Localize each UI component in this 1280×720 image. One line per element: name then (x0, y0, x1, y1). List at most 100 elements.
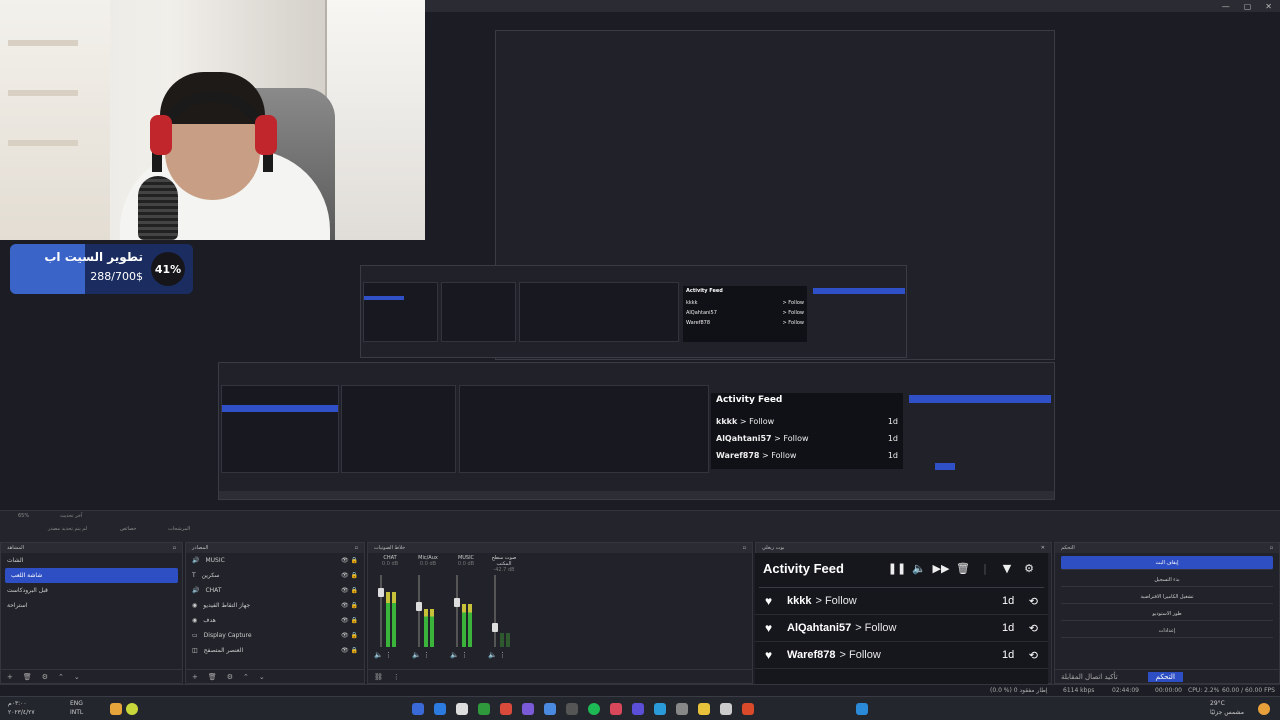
dock-undock-icon[interactable]: ▫ (173, 545, 176, 551)
browser-icon[interactable] (544, 703, 556, 715)
skip-icon[interactable]: ▶▶ (930, 562, 952, 575)
edge-icon[interactable] (654, 703, 666, 715)
source-item[interactable]: 🔊 CHAT 👁 🔒 (186, 583, 364, 598)
tray-icon[interactable] (110, 703, 122, 715)
visibility-eye-icon[interactable]: 👁 🔒 (341, 572, 358, 579)
move-up-icon[interactable]: ⌃ (243, 673, 249, 681)
pause-icon[interactable]: ❚❚ (886, 562, 908, 575)
controls-title: التحكم ▫ (1055, 543, 1279, 553)
move-up-icon[interactable]: ⌃ (58, 673, 64, 681)
control-button[interactable]: طور الاستوديو (1061, 607, 1273, 621)
controls-tab[interactable]: التحكم (1147, 671, 1183, 682)
menu-icon[interactable]: ⋮ (393, 673, 400, 681)
replay-icon[interactable]: ⟲ (1024, 649, 1038, 662)
obs-icon[interactable] (456, 703, 468, 715)
control-button[interactable]: تشغيل الكاميرا الافتراضية (1061, 590, 1273, 604)
app-icon[interactable] (742, 703, 754, 715)
fps: 60.00 / 60.00 FPS (1222, 687, 1275, 694)
source-item[interactable]: ◉ جهاز التقاط الفيديو 👁 🔒 (186, 598, 364, 613)
replay-icon[interactable]: ⟲ (1024, 622, 1038, 635)
language-layout[interactable]: INTL (70, 709, 83, 716)
spotify-icon[interactable] (588, 703, 600, 715)
remove-source-icon[interactable]: 🗑 (208, 673, 217, 681)
volume-knob[interactable] (492, 623, 498, 632)
scene-item[interactable]: شاشة اللعب (5, 568, 178, 583)
app-icon[interactable] (566, 703, 578, 715)
mute-icon[interactable]: 🔈 ⋮ (412, 651, 430, 659)
zoom-level[interactable]: 65% (18, 513, 29, 519)
visibility-eye-icon[interactable]: 👁 🔒 (341, 647, 358, 654)
folder-icon[interactable] (698, 703, 710, 715)
scene-item[interactable]: الشات (1, 553, 182, 568)
visibility-eye-icon[interactable]: 👁 🔒 (341, 617, 358, 624)
trash-icon[interactable]: 🗑 (952, 562, 974, 575)
control-button[interactable]: إيقاف البث (1061, 556, 1273, 570)
visibility-eye-icon[interactable]: 👁 🔒 (341, 557, 358, 564)
source-item[interactable]: ◫ العنصر المتصفح 👁 🔒 (186, 643, 364, 658)
link-icon[interactable]: ⛓ (374, 673, 383, 681)
windows-start-icon[interactable] (856, 703, 868, 715)
control-button[interactable]: إعدادات (1061, 624, 1273, 638)
discord-icon[interactable] (522, 703, 534, 715)
filter-icon[interactable]: ⚙ (42, 673, 48, 681)
source-item[interactable]: T سكرين 👁 🔒 (186, 568, 364, 583)
move-down-icon[interactable]: ⌄ (74, 673, 80, 681)
add-scene-icon[interactable]: + (7, 673, 13, 681)
mute-icon[interactable]: 🔈 ⋮ (488, 651, 506, 659)
volume-icon[interactable]: 🔈 (908, 562, 930, 575)
shield-icon[interactable] (434, 703, 446, 715)
chrome-icon[interactable] (478, 703, 490, 715)
source-properties-icon[interactable]: ⚙ (227, 673, 233, 681)
activity-row[interactable]: ♥ AlQahtani57 > Follow 1d ⟲ (755, 615, 1048, 642)
clock-date[interactable]: ٢٠٢٣/٤/٢٧ (8, 709, 35, 716)
volume-knob[interactable] (454, 597, 460, 607)
volume-slider[interactable] (380, 575, 382, 647)
source-item[interactable]: ◉ هدف 👁 🔒 (186, 613, 364, 628)
app-icon[interactable] (720, 703, 732, 715)
activity-row[interactable]: ♥ kkkk > Follow 1d ⟲ (755, 588, 1048, 615)
dock-undock-icon[interactable]: ▫ (743, 545, 746, 551)
app-icon[interactable] (610, 703, 622, 715)
dock-undock-icon[interactable]: ▫ (355, 545, 358, 551)
replay-icon[interactable]: ⟲ (1024, 595, 1038, 608)
scene-item[interactable]: قبل البرودكاست (1, 583, 182, 598)
scene-item[interactable]: استراحة (1, 598, 182, 613)
properties-button[interactable]: خصائص (120, 526, 136, 532)
activity-feed: Activity Feed ❚❚ 🔈 ▶▶ 🗑 | ▼ ⚙ ♥ kkkk > Fol… (755, 553, 1048, 684)
gear-icon[interactable]: ⚙ (1018, 562, 1040, 575)
weather-icon[interactable] (1258, 703, 1270, 715)
close-icon[interactable]: ✕ (1041, 545, 1045, 551)
volume-slider[interactable] (418, 575, 420, 647)
mute-icon[interactable]: 🔈 ⋮ (374, 651, 392, 659)
language-indicator[interactable]: ENG (70, 700, 83, 707)
filters-button[interactable]: المرشحات (168, 526, 190, 532)
clock-time[interactable]: ٠٣:٠٠م (8, 700, 27, 707)
close-icon[interactable]: ✕ (1265, 2, 1272, 11)
source-item[interactable]: ▭ Display Capture 👁 🔒 (186, 628, 364, 643)
visibility-eye-icon[interactable]: 👁 🔒 (341, 632, 358, 639)
app-icon[interactable] (676, 703, 688, 715)
app-icon[interactable] (500, 703, 512, 715)
move-down-icon[interactable]: ⌄ (259, 673, 265, 681)
maximize-icon[interactable]: ▢ (1244, 2, 1252, 11)
control-button[interactable]: بدء التسجيل (1061, 573, 1273, 587)
tray-icon[interactable] (126, 703, 138, 715)
volume-slider[interactable] (494, 575, 496, 647)
minimize-icon[interactable]: — (1222, 2, 1230, 11)
volume-slider[interactable] (456, 575, 458, 647)
weather-temp[interactable]: 29°C (1210, 700, 1225, 707)
mute-icon[interactable]: 🔈 ⋮ (450, 651, 468, 659)
visibility-eye-icon[interactable]: 👁 🔒 (341, 587, 358, 594)
app-icon[interactable] (632, 703, 644, 715)
steam-icon[interactable] (412, 703, 424, 715)
filter-icon[interactable]: ▼ (996, 562, 1018, 575)
activity-row[interactable]: ♥ Waref878 > Follow 1d ⟲ (755, 642, 1048, 669)
remove-scene-icon[interactable]: 🗑 (23, 673, 32, 681)
volume-knob[interactable] (378, 588, 384, 598)
source-item[interactable]: 🔊 MUSIC 👁 🔒 (186, 553, 364, 568)
dock-undock-icon[interactable]: ▫ (1270, 545, 1273, 551)
volume-knob[interactable] (416, 602, 422, 611)
visibility-eye-icon[interactable]: 👁 🔒 (341, 602, 358, 609)
weather-text[interactable]: مشمس جزئيًا (1210, 709, 1244, 716)
add-source-icon[interactable]: + (192, 673, 198, 681)
